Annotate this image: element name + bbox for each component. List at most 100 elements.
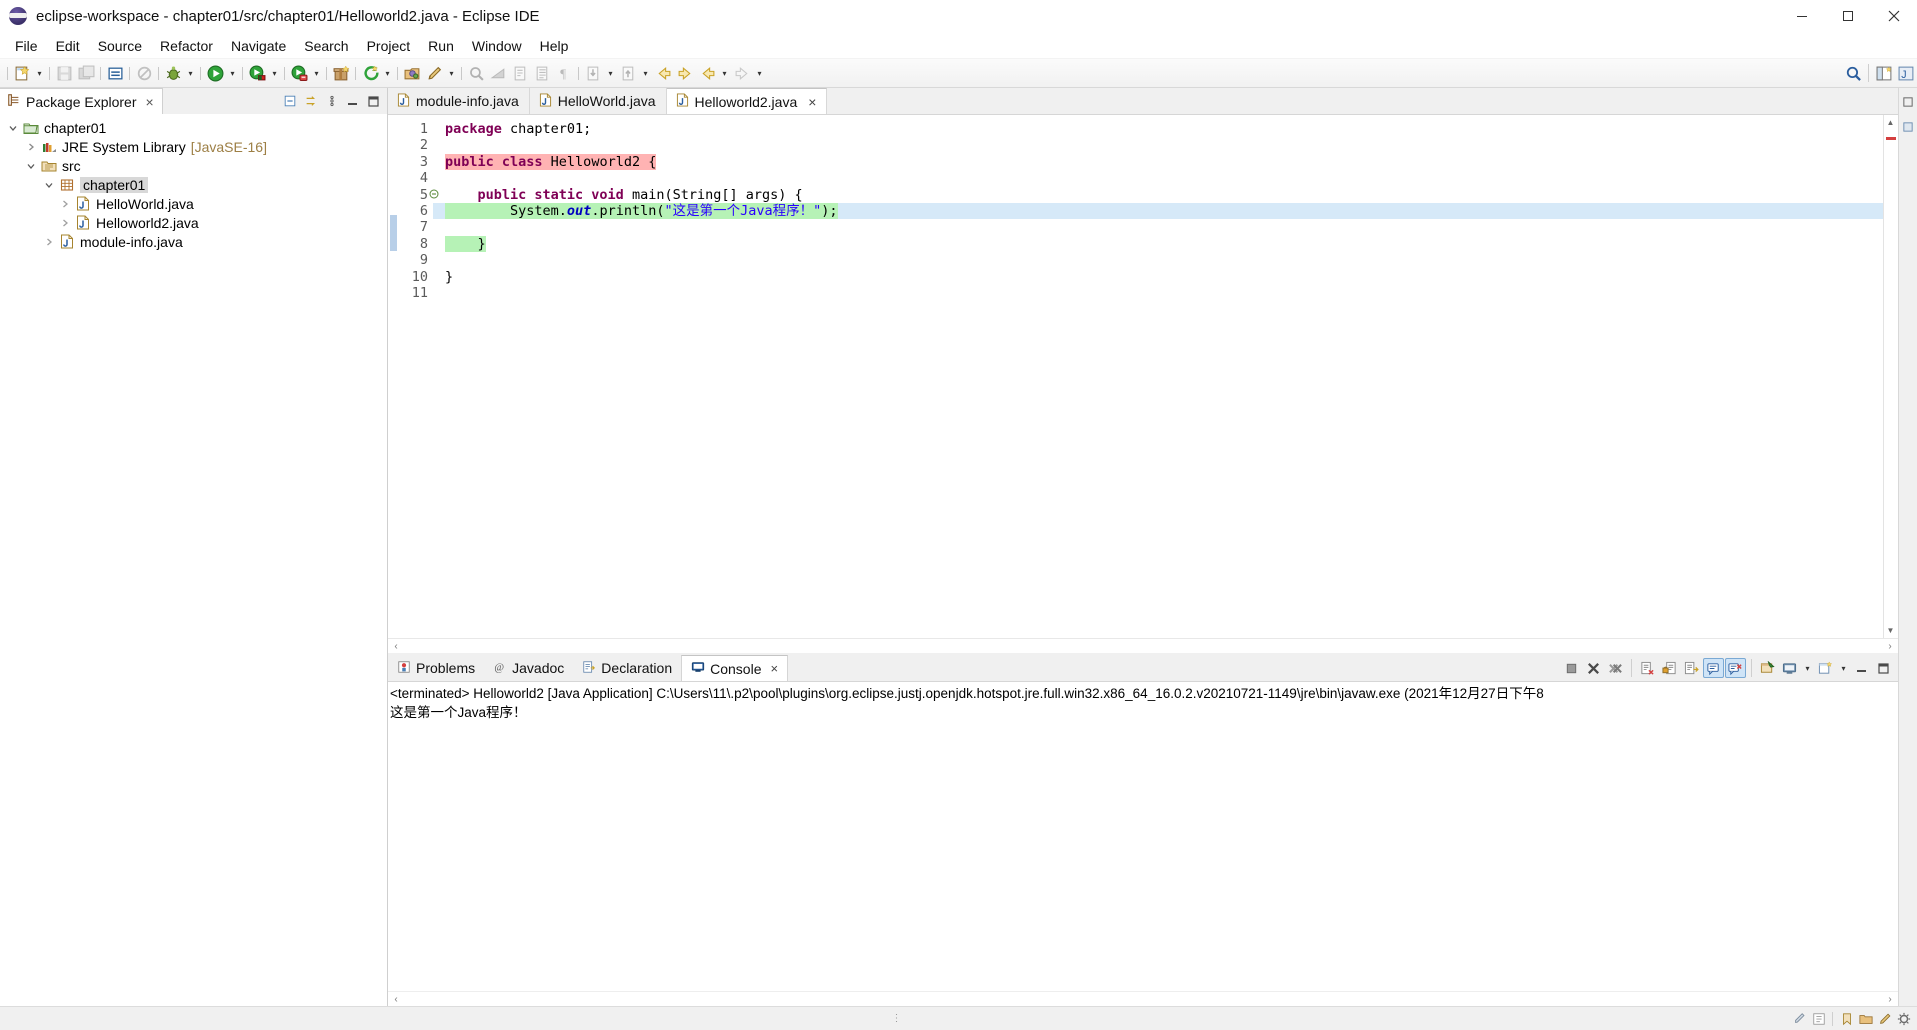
edit-marker-dropdown[interactable]: ▾ <box>445 62 458 84</box>
menu-source[interactable]: Source <box>89 34 151 58</box>
scroll-right-arrow-icon[interactable]: › <box>1882 994 1898 1005</box>
editor-horizontal-scrollbar[interactable]: ‹ › <box>388 638 1898 653</box>
menu-search[interactable]: Search <box>295 34 357 58</box>
chevron-down-icon[interactable] <box>22 161 40 171</box>
chevron-down-icon[interactable] <box>4 123 22 133</box>
editor-canvas[interactable]: 1 2 3 4 5 6 7 8 9 10 11 package chapter0… <box>388 114 1898 638</box>
show-console-on-output-button[interactable] <box>1703 658 1724 678</box>
new-java-package-button[interactable] <box>104 62 126 84</box>
new-wizard-dropdown[interactable]: ▾ <box>33 62 46 84</box>
folder-icon[interactable] <box>1856 1009 1875 1028</box>
save-button[interactable] <box>53 62 75 84</box>
clear-console-button[interactable] <box>1637 658 1658 678</box>
run-button[interactable] <box>204 62 226 84</box>
save-all-button[interactable] <box>75 62 97 84</box>
search-dialog-button[interactable] <box>465 62 487 84</box>
scroll-left-arrow-icon[interactable]: ‹ <box>388 994 404 1005</box>
menu-project[interactable]: Project <box>358 34 420 58</box>
tab-module-info-java[interactable]: module-info.java <box>388 88 530 114</box>
console-horizontal-scrollbar[interactable]: ‹ › <box>388 991 1898 1006</box>
forward-arrow-button[interactable] <box>674 62 696 84</box>
run-dropdown[interactable]: ▾ <box>226 62 239 84</box>
remove-all-terminated-button[interactable] <box>1605 658 1626 678</box>
pencil-icon[interactable] <box>1875 1009 1894 1028</box>
chevron-right-icon[interactable] <box>22 142 40 152</box>
close-window-button[interactable] <box>1871 0 1917 33</box>
open-type-button[interactable] <box>401 62 423 84</box>
scroll-left-arrow-icon[interactable]: ‹ <box>388 641 404 652</box>
maximize-panel-button[interactable] <box>1873 658 1894 678</box>
tree-item-jre-system-library[interactable]: JRE System Library [JavaSE-16] <box>0 137 387 156</box>
tab-package-explorer[interactable]: Package Explorer × <box>0 88 163 114</box>
chevron-right-icon[interactable] <box>56 218 74 228</box>
previous-annotation-button[interactable] <box>531 62 553 84</box>
tab-helloworld-java[interactable]: HelloWorld.java <box>529 88 667 114</box>
maximize-view-button[interactable] <box>364 92 383 111</box>
external-tools-dropdown[interactable]: ▾ <box>381 62 394 84</box>
new-java-project-button[interactable] <box>330 62 352 84</box>
debug-button[interactable] <box>162 62 184 84</box>
menu-refactor[interactable]: Refactor <box>151 34 222 58</box>
menu-help[interactable]: Help <box>531 34 578 58</box>
link-with-editor-icon[interactable] <box>301 92 320 111</box>
overview-error-marker[interactable] <box>1886 137 1896 140</box>
close-editor-tab-icon[interactable]: × <box>808 94 816 110</box>
minimize-view-button[interactable] <box>343 92 362 111</box>
tab-helloworld2-java[interactable]: Helloworld2.java × <box>666 88 828 114</box>
edit-marker-button[interactable] <box>423 62 445 84</box>
maximize-window-button[interactable] <box>1825 0 1871 33</box>
package-explorer-tree[interactable]: chapter01 JRE System Library [JavaSE-16]… <box>0 114 387 1006</box>
editor-text-area[interactable]: package chapter01; public class Hellowor… <box>433 115 1883 638</box>
terminate-button[interactable] <box>1561 658 1582 678</box>
run-error-button[interactable] <box>288 62 310 84</box>
chevron-down-icon[interactable] <box>40 180 58 190</box>
tab-problems[interactable]: Problems <box>388 655 485 681</box>
restore-view-icon[interactable] <box>1899 92 1917 111</box>
scroll-lock-button[interactable] <box>1681 658 1702 678</box>
menu-file[interactable]: File <box>6 34 47 58</box>
link-with-editor-button[interactable] <box>133 62 155 84</box>
collapse-all-button[interactable] <box>280 92 299 111</box>
external-tools-button[interactable] <box>359 62 381 84</box>
pin-button[interactable] <box>731 62 753 84</box>
step-return-dropdown[interactable]: ▾ <box>639 62 652 84</box>
pilcrow-button[interactable]: ¶ <box>553 62 575 84</box>
skip-breakpoints-button[interactable] <box>487 62 509 84</box>
run-error-dropdown[interactable]: ▾ <box>310 62 323 84</box>
menu-navigate[interactable]: Navigate <box>222 34 295 58</box>
tree-item-module-info-java[interactable]: module-info.java <box>0 232 387 251</box>
view-menu-button[interactable] <box>322 92 341 111</box>
tree-item-src[interactable]: src <box>0 156 387 175</box>
scroll-right-arrow-icon[interactable]: › <box>1882 641 1898 652</box>
bookmark-icon[interactable] <box>1837 1009 1856 1028</box>
step-into-button[interactable] <box>582 62 604 84</box>
open-perspective-button[interactable] <box>1873 62 1895 84</box>
build-icon[interactable] <box>1894 1009 1913 1028</box>
editor-overview-ruler[interactable]: ▲ ▼ <box>1883 115 1898 638</box>
remove-launch-button[interactable] <box>1583 658 1604 678</box>
close-package-explorer-icon[interactable]: × <box>146 94 154 110</box>
tree-item-chapter01-package[interactable]: chapter01 <box>0 175 387 194</box>
minimize-window-button[interactable] <box>1779 0 1825 33</box>
console-output-area[interactable]: <terminated> Helloworld2 [Java Applicati… <box>388 681 1898 991</box>
menu-run[interactable]: Run <box>419 34 463 58</box>
scroll-up-arrow-icon[interactable]: ▲ <box>1883 115 1898 130</box>
chevron-right-icon[interactable] <box>40 237 58 247</box>
display-selected-console-button[interactable] <box>1779 658 1800 678</box>
step-return-button[interactable] <box>617 62 639 84</box>
debug-dropdown[interactable]: ▾ <box>184 62 197 84</box>
display-console-dropdown[interactable]: ▾ <box>1801 657 1814 679</box>
tab-console[interactable]: Console × <box>681 655 789 681</box>
coverage-dropdown[interactable]: ▾ <box>268 62 281 84</box>
tree-item-helloworld-java[interactable]: HelloWorld.java <box>0 194 387 213</box>
open-console-dropdown[interactable]: ▾ <box>1837 657 1850 679</box>
lock-scroll-button[interactable] <box>1659 658 1680 678</box>
tree-item-helloworld2-java[interactable]: Helloworld2.java <box>0 213 387 232</box>
menu-edit[interactable]: Edit <box>47 34 89 58</box>
last-edit-dropdown[interactable]: ▾ <box>718 62 731 84</box>
open-console-button[interactable] <box>1815 658 1836 678</box>
tab-javadoc[interactable]: @ Javadoc <box>484 655 574 681</box>
minimize-panel-button[interactable] <box>1851 658 1872 678</box>
back-arrow-button[interactable] <box>652 62 674 84</box>
chevron-right-icon[interactable] <box>56 199 74 209</box>
